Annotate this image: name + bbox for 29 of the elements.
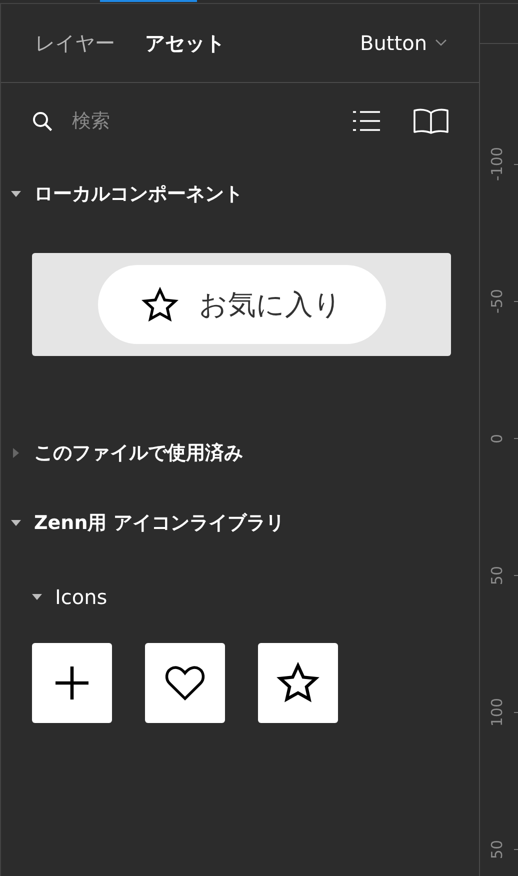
- section-title[interactable]: このファイルで使用済み: [34, 440, 243, 466]
- book-icon[interactable]: [413, 108, 449, 134]
- search-field[interactable]: 検索: [70, 109, 353, 133]
- expanded-triangle-icon[interactable]: [32, 592, 42, 602]
- ruler-label: 50: [488, 566, 506, 586]
- star-icon: [141, 286, 179, 324]
- tab[interactable]: アセット: [145, 30, 225, 56]
- ruler-label: -50: [488, 289, 506, 314]
- ruler-label: 0: [488, 434, 506, 444]
- button-label: お気に入り: [199, 286, 342, 322]
- ruler-label: -100: [488, 147, 506, 182]
- expanded-triangle-icon[interactable]: [11, 518, 21, 528]
- chevron-down-icon: [435, 39, 447, 47]
- component-preview[interactable]: お気に入り: [32, 253, 451, 356]
- list-icon[interactable]: [353, 110, 380, 132]
- ruler-label: 100: [488, 698, 506, 727]
- icon-tile[interactable]: [32, 643, 112, 723]
- collapsed-triangle-icon[interactable]: [11, 448, 21, 458]
- group-title[interactable]: Icons: [55, 585, 108, 609]
- star-icon: [276, 661, 320, 705]
- tab[interactable]: レイヤー: [35, 30, 115, 56]
- ruler-label: 50: [488, 840, 506, 860]
- icon-tile[interactable]: [258, 643, 338, 723]
- page-dropdown[interactable]: Button: [360, 31, 447, 55]
- icon-tile[interactable]: [145, 643, 225, 723]
- expanded-triangle-icon[interactable]: [11, 189, 21, 199]
- section-title[interactable]: ローカルコンポーネント: [34, 181, 243, 207]
- search-icon: [32, 110, 53, 132]
- section-title[interactable]: Zenn用 アイコンライブラリ: [34, 510, 284, 536]
